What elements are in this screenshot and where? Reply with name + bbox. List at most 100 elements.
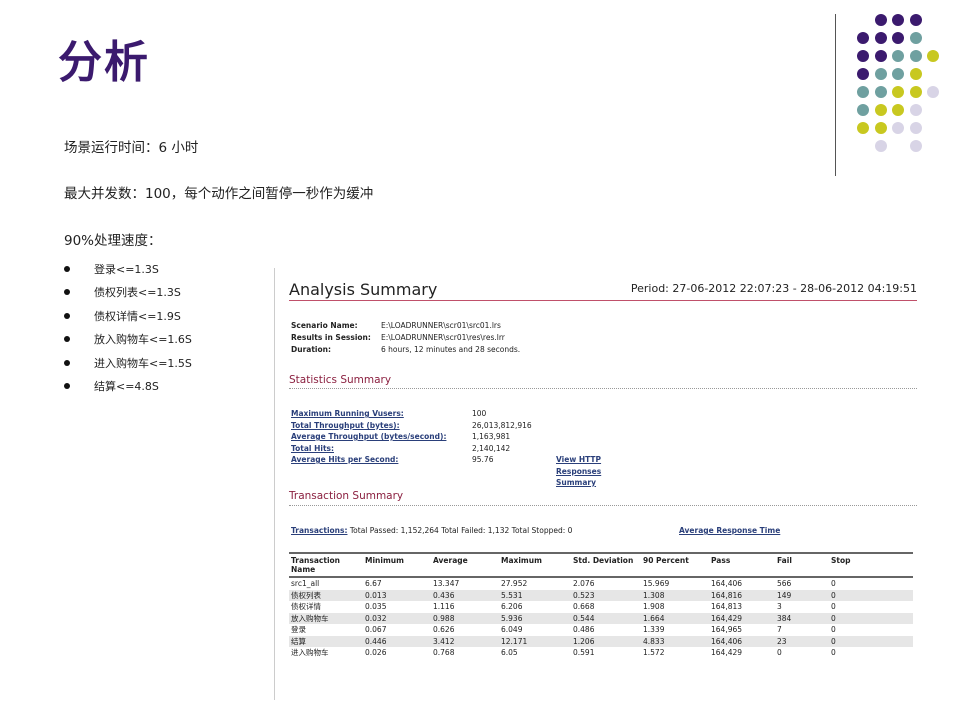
transactions-link[interactable]: Transactions:: [291, 526, 347, 535]
decorative-dot: [874, 140, 887, 152]
scenario-row: Scenario Name: E:\LOADRUNNER\scr01\src01.…: [291, 320, 520, 332]
report-title: Analysis Summary: [289, 280, 438, 299]
stat-link[interactable]: Average Hits per Second:: [291, 455, 398, 464]
table-cell: 164,429: [711, 648, 743, 657]
table-cell: 0: [777, 648, 782, 657]
scenario-row: Results in Session: E:\LOADRUNNER\scr01\r…: [291, 332, 520, 344]
decorative-dot: [874, 14, 887, 26]
table-cell: 1.908: [643, 602, 665, 611]
transaction-section-title: Transaction Summary: [289, 490, 404, 502]
table-row: 结算 0.446 3.412 12.171 1.206 4.833 164,406 23 0: [289, 635, 913, 647]
decorative-dot: [909, 14, 922, 26]
bullet-icon: [64, 382, 70, 389]
table-cell: 7: [777, 625, 782, 634]
stat-link[interactable]: Total Hits:: [291, 444, 334, 453]
table-cell: 164,429: [709, 612, 775, 624]
list-item: 登录<=1.3S: [64, 262, 192, 285]
scenario-value: E:\LOADRUNNER\scr01\src01.lrs: [381, 321, 501, 330]
table-cell: 0.668: [573, 602, 595, 611]
table-row: 债权详情 0.035 1.116 6.206 0.668 1.908 164,813 3 0: [289, 601, 913, 613]
column-header: 90 Percent: [641, 552, 709, 578]
stat-row: Average Hits per Second: 95.76 View HTTP R…: [291, 454, 601, 487]
decorative-dot: [892, 14, 904, 26]
stat-row: Maximum Running Vusers: 100: [291, 408, 486, 420]
decorative-dot: [892, 32, 904, 44]
table-row: 债权列表 0.013 0.436 5.531 0.523 1.308 164,816 149 0: [289, 589, 913, 601]
statistics-section-title: Statistics Summary: [289, 374, 392, 386]
transaction-table: Transaction Name Minimum Average Maximum…: [289, 552, 913, 659]
table-cell: src1_all: [291, 579, 320, 588]
list-item: 债权列表<=1.3S: [64, 285, 192, 308]
list-item-text: 放入购物车<=1.6S: [94, 333, 192, 347]
stat-link[interactable]: Maximum Running Vusers:: [291, 409, 404, 418]
table-cell: 164,813: [711, 602, 743, 611]
vertical-divider: [835, 14, 836, 176]
table-cell: 3.412: [431, 635, 499, 647]
decorative-dot: [857, 86, 869, 98]
decorative-dot: [927, 86, 939, 98]
table-cell: 1.572: [643, 648, 665, 657]
table-cell: 进入购物车: [291, 648, 329, 657]
decorative-dot: [874, 32, 887, 44]
stat-row: Total Throughput (bytes): 26,013,812,916: [291, 420, 532, 432]
table-cell: 0.626: [433, 625, 455, 634]
bullet-icon: [64, 312, 70, 319]
column-header: Std. Deviation: [571, 552, 641, 578]
table-row: 进入购物车 0.026 0.768 6.05 0.591 1.572 164,429 0 0: [289, 647, 913, 659]
stat-link[interactable]: Total Throughput (bytes):: [291, 421, 400, 430]
table-cell: 164,406: [711, 579, 743, 588]
table-cell: 0.523: [571, 589, 641, 601]
list-item: 进入购物车<=1.5S: [64, 356, 192, 379]
decorative-dot: [857, 104, 869, 116]
decorative-dot: [874, 68, 887, 80]
table-cell: 0: [831, 579, 836, 588]
table-cell: 0.035: [365, 602, 387, 611]
table-cell: 1.308: [641, 589, 709, 601]
decorative-dot: [909, 68, 922, 80]
column-header: Fail: [775, 552, 829, 578]
stat-value: 100: [472, 409, 487, 418]
list-item: 结算<=4.8S: [64, 379, 192, 402]
decorative-dot: [892, 104, 904, 116]
stat-value: 26,013,812,916: [472, 420, 532, 430]
table-row: 登录 0.067 0.626 6.049 0.486 1.339 164,965 7 0: [289, 624, 913, 636]
table-cell: 13.347: [433, 579, 460, 588]
decorative-dot: [909, 50, 922, 62]
list-item-text: 结算<=4.8S: [94, 379, 159, 393]
table-cell: 0: [829, 635, 913, 647]
table-cell: 149: [775, 589, 829, 601]
table-cell: 放入购物车: [289, 612, 363, 624]
column-header: Transaction Name: [289, 552, 363, 578]
decorative-dot: [909, 86, 922, 98]
column-header: Maximum: [499, 552, 571, 578]
transaction-totals-text: Total Passed: 1,152,264 Total Failed: 1,…: [347, 526, 573, 535]
http-responses-link[interactable]: View HTTP Responses Summary: [556, 454, 601, 489]
decorative-dot-grid: [850, 12, 950, 162]
decorative-dot: [857, 50, 869, 62]
table-cell: 164,965: [711, 625, 743, 634]
table-cell: 0: [831, 625, 836, 634]
table-cell: 2.076: [573, 579, 595, 588]
decorative-dot: [857, 122, 869, 134]
statistics-section-rule: [289, 388, 917, 389]
scenario-runtime-text: 场景运行时间：6 小时: [64, 140, 199, 156]
average-response-time-link[interactable]: Average Response Time: [679, 526, 780, 535]
table-cell: 5.936: [499, 612, 571, 624]
list-item: 债权详情<=1.9S: [64, 309, 192, 332]
table-cell: 6.206: [501, 602, 523, 611]
percentile-heading: 90%处理速度：: [64, 233, 162, 249]
table-cell: 0: [829, 589, 913, 601]
bullet-icon: [64, 289, 70, 296]
decorative-dot: [857, 32, 869, 44]
table-cell: 3: [777, 602, 782, 611]
table-header-row: Transaction Name Minimum Average Maximum…: [289, 552, 913, 578]
stat-link[interactable]: Average Throughput (bytes/second):: [291, 432, 446, 441]
table-cell: 23: [775, 635, 829, 647]
column-header: Minimum: [363, 552, 431, 578]
list-item-text: 债权详情<=1.9S: [94, 309, 181, 323]
table-row: 放入购物车 0.032 0.988 5.936 0.544 1.664 164,429 384…: [289, 612, 913, 624]
table-cell: 债权详情: [291, 602, 321, 611]
table-cell: 164,816: [709, 589, 775, 601]
table-cell: 6.67: [365, 579, 382, 588]
slide-title: 分析: [58, 37, 150, 88]
